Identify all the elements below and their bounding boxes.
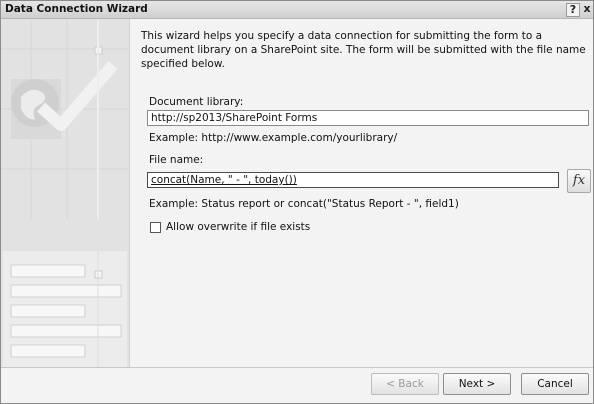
footer-divider (1, 367, 593, 368)
formula-fx-button[interactable]: fx (567, 169, 591, 193)
wizard-illustration (1, 19, 129, 367)
document-library-input[interactable] (147, 110, 589, 126)
title-bar: Data Connection Wizard ? x (1, 1, 593, 19)
wizard-window: Data Connection Wizard ? x This wizard h… (0, 0, 594, 404)
cancel-button[interactable]: Cancel (521, 373, 589, 395)
wizard-side-graphic (1, 19, 130, 367)
file-name-example: Example: Status report or concat("Status… (149, 198, 459, 210)
wizard-content: This wizard helps you specify a data con… (139, 19, 591, 364)
allow-overwrite-checkbox[interactable] (150, 222, 161, 233)
back-button[interactable]: < Back (371, 373, 439, 395)
document-library-example: Example: http://www.example.com/yourlibr… (149, 132, 398, 144)
document-library-label: Document library: (149, 96, 244, 108)
intro-text: This wizard helps you specify a data con… (141, 30, 586, 70)
close-button[interactable]: x (581, 3, 593, 15)
file-name-input[interactable] (147, 172, 559, 188)
file-name-label: File name: (149, 154, 204, 166)
window-title: Data Connection Wizard (5, 3, 148, 15)
help-button[interactable]: ? (566, 3, 580, 17)
next-button[interactable]: Next > (443, 373, 511, 395)
allow-overwrite-label[interactable]: Allow overwrite if file exists (166, 221, 310, 233)
